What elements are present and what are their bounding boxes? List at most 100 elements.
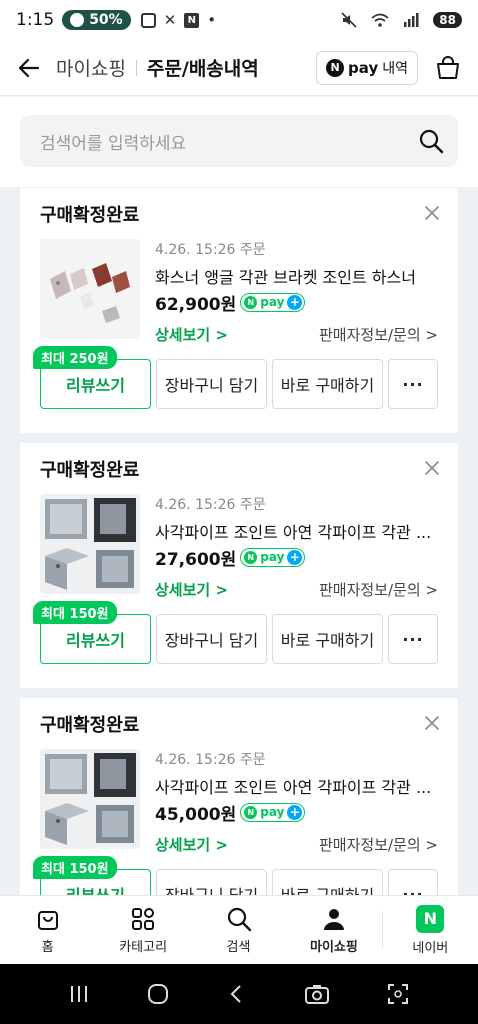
detail-link[interactable]: 상세보기 > [155,579,228,600]
mute-icon [341,12,357,28]
nav-home[interactable]: 홈 [0,896,95,964]
more-notifications-dot-icon: • [207,11,217,29]
camera-icon[interactable] [304,983,330,1005]
naver-notification-icon: N [184,12,200,28]
review-reward-badge: 최대 150원 [33,601,117,624]
recent-apps-icon[interactable] [68,983,90,1005]
price-row: 27,600원 Npay + [155,545,438,570]
close-icon[interactable] [424,205,440,221]
naver-logo-icon: N [416,904,445,933]
detail-link[interactable]: 상세보기 > [155,834,228,855]
spotify-icon [70,13,85,27]
nav-category-label: 카테고리 [119,939,168,955]
add-to-cart-button[interactable]: 장바구니 담기 [156,359,267,409]
product-thumbnail[interactable]: · [40,239,140,339]
battery-saver-pill: 50% [62,10,131,30]
category-grid-icon [132,907,155,930]
add-to-cart-button[interactable]: 장바구니 담기 [156,614,267,664]
order-date: 4.26. 15:26 주문 [155,497,266,513]
person-icon [323,908,344,930]
npay-history-label: 내역 [382,60,408,77]
review-reward-badge: 최대 250원 [33,346,117,369]
status-time: 1:15 [16,10,55,30]
order-date: 4.26. 15:26 주문 [155,752,266,768]
npay-n-icon: N [326,58,345,77]
more-options-button[interactable]: ··· [388,614,438,664]
order-date: 4.26. 15:26 주문 [155,242,266,258]
x-icon: ✕ [163,11,177,29]
close-icon[interactable] [424,460,440,476]
screen-capture-icon[interactable] [386,982,410,1006]
order-card: 구매확정완료 4.26. 15:26 주문 사각파이프 조인트 아연 각파이프 … [20,698,458,895]
signal-icon [403,13,419,27]
npay-pay-label: pay [348,58,379,77]
link-row: 상세보기 > 판매자정보/문의 > [155,834,438,854]
order-meta: 4.26. 15:26 주문 화스너 앵글 각관 브라켓 조인트 하스너 62,… [155,239,438,344]
order-card: 구매확정완료 4.26. 15:26 주문 사각파이프 조인트 아연 각파이프 … [20,443,458,688]
screenshot-icon [140,12,156,28]
price-row: 45,000원 Npay + [155,800,438,825]
search-icon[interactable] [418,128,444,154]
add-to-cart-button[interactable]: 장바구니 담기 [156,869,267,895]
breadcrumb-divider [135,59,137,76]
nav-category[interactable]: 카테고리 [95,896,190,964]
product-thumbnail[interactable] [40,749,140,849]
search-input[interactable]: 검색어를 입력하세요 [20,115,458,167]
buy-now-button[interactable]: 바로 구매하기 [272,359,383,409]
npay-n-icon: N [244,805,258,819]
svg-text:·: · [110,248,112,255]
seller-info-link[interactable]: 판매자정보/문의 > [319,324,438,345]
home-bag-icon [37,910,58,930]
product-price: 45,000원 [155,804,237,825]
wifi-icon [371,12,389,28]
product-name[interactable]: 사각파이프 조인트 아연 각파이프 각관 ... [155,774,438,796]
detail-link[interactable]: 상세보기 > [155,324,228,345]
seller-info-link[interactable]: 판매자정보/문의 > [319,834,438,855]
nav-search[interactable]: 검색 [191,896,286,964]
npay-badge-label: pay [260,295,285,309]
back-arrow-icon[interactable] [16,55,42,81]
link-row: 상세보기 > 판매자정보/문의 > [155,579,438,599]
nav-search-label: 검색 [226,939,251,955]
battery-icon: 88 [433,12,462,28]
product-name[interactable]: 화스너 앵글 각관 브라켓 조인트 하스너 [155,264,438,286]
nav-myshopping-label: 마이쇼핑 [310,939,358,955]
system-nav-bar [0,964,478,1024]
order-status: 구매확정완료 [40,460,140,481]
product-name[interactable]: 사각파이프 조인트 아연 각파이프 각관 ... [155,519,438,541]
close-icon[interactable] [424,715,440,731]
more-options-button[interactable]: ··· [388,869,438,895]
shopping-bag-icon[interactable] [434,54,462,82]
npay-n-icon: N [244,295,258,309]
seller-info-link[interactable]: 판매자정보/문의 > [319,579,438,600]
buy-now-button[interactable]: 바로 구매하기 [272,869,383,895]
nav-naver[interactable]: N 네이버 [383,896,478,964]
npay-n-icon: N [244,550,258,564]
nav-myshopping[interactable]: 마이쇼핑 [286,896,381,964]
npay-plus-badge: Npay + [240,292,306,312]
app-header: 마이쇼핑 주문/배송내역 N pay 내역 [0,40,478,96]
order-card: 구매확정완료 · 4.26. 15:26 주문 화스너 앵글 각관 브라켓 조인… [20,188,458,433]
product-price: 62,900원 [155,294,237,315]
back-icon[interactable] [226,983,248,1005]
order-meta: 4.26. 15:26 주문 사각파이프 조인트 아연 각파이프 각관 ... … [155,749,438,854]
product-thumbnail[interactable] [40,494,140,594]
search-placeholder: 검색어를 입력하세요 [40,133,187,154]
product-price: 27,600원 [155,549,237,570]
order-status: 구매확정완료 [40,205,140,226]
search-area: 검색어를 입력하세요 [0,97,478,187]
order-list: 구매확정완료 · 4.26. 15:26 주문 화스너 앵글 각관 브라켓 조인… [0,188,478,895]
home-button-icon[interactable] [146,982,170,1006]
npay-history-button[interactable]: N pay 내역 [316,50,418,85]
plus-icon: + [287,549,303,565]
page-title: 주문/배송내역 [146,58,259,80]
npay-plus-badge: Npay + [240,547,306,567]
bottom-nav: 홈 카테고리 검색 마이쇼핑 N 네이버 [0,895,478,964]
more-options-button[interactable]: ··· [388,359,438,409]
buy-now-button[interactable]: 바로 구매하기 [272,614,383,664]
search-icon [227,907,251,931]
price-row: 62,900원 Npay + [155,290,438,315]
nav-naver-label: 네이버 [412,940,449,956]
plus-icon: + [287,294,303,310]
breadcrumb-myshopping[interactable]: 마이쇼핑 [56,54,126,81]
